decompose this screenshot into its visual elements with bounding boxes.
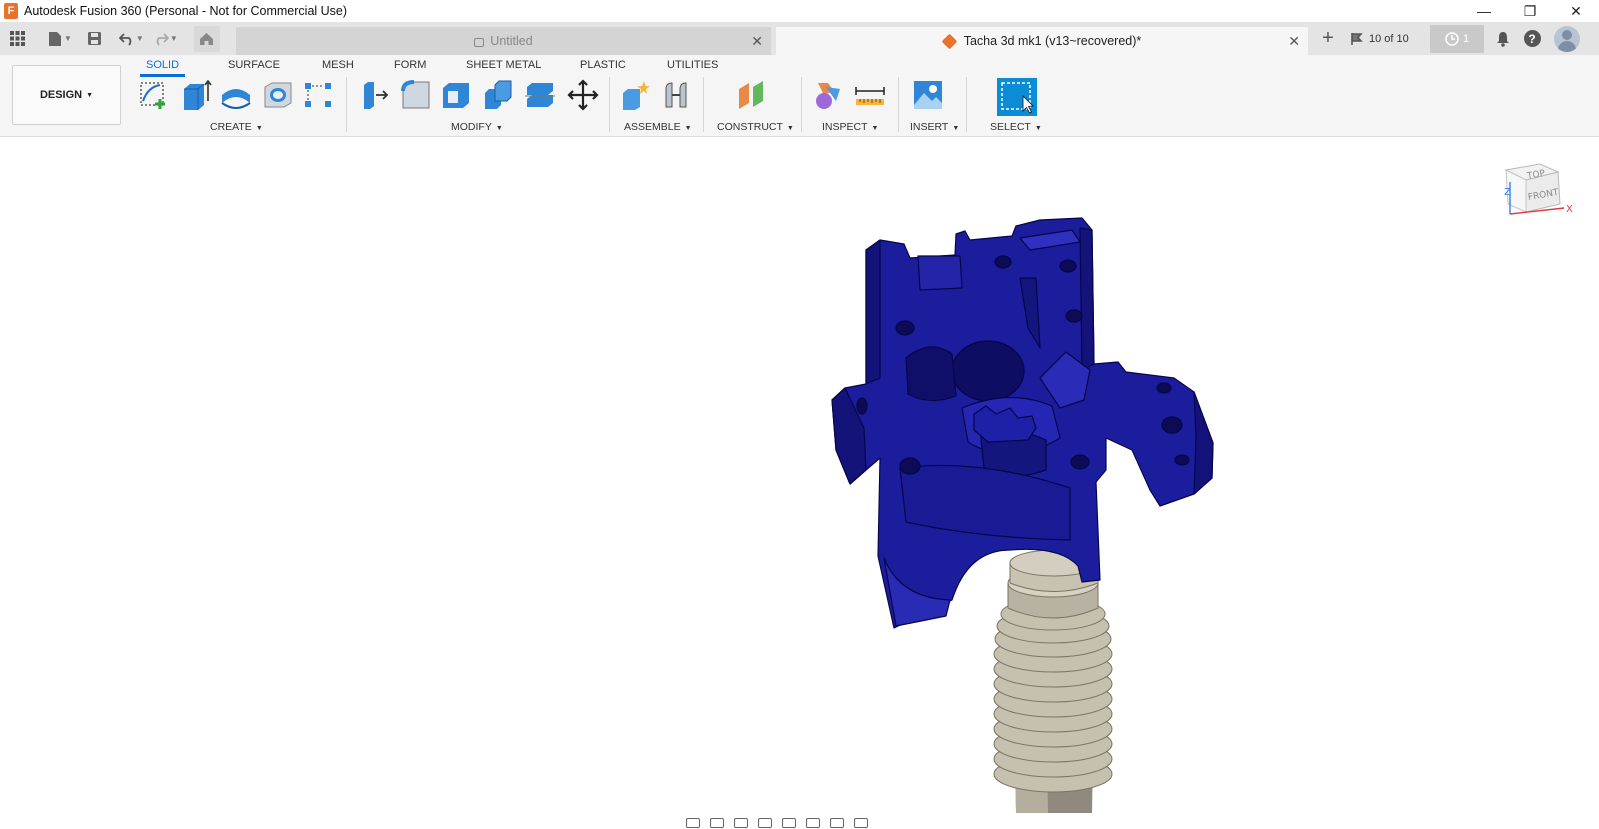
panel-separator [609,77,610,132]
panel-separator [346,77,347,132]
tab-label: Tacha 3d mk1 (v13~recovered)* [963,34,1142,48]
user-avatar[interactable] [1554,26,1580,52]
tab-form[interactable]: FORM [394,59,426,77]
tab-utilities[interactable]: UTILITIES [667,59,718,77]
home-icon[interactable] [193,25,220,52]
hole-icon[interactable] [260,77,296,113]
fusion-logo-icon: F [4,3,18,19]
move-copy-icon[interactable] [565,77,601,113]
design-cube-icon [941,33,958,49]
split-body-icon[interactable] [522,77,558,113]
maximize-button[interactable]: ❐ [1507,0,1553,22]
pan-icon[interactable] [734,818,748,828]
press-pull-icon[interactable] [356,77,392,113]
assemble-panel-button[interactable]: ASSEMBLE ▼ [624,121,692,133]
tab-solid[interactable]: SOLID [140,59,186,77]
interference-icon[interactable] [810,77,846,113]
create-panel-button[interactable]: CREATE ▼ [210,121,263,133]
version-label: 10 of 10 [1369,32,1409,45]
construct-panel-button[interactable]: CONSTRUCT ▼ [717,121,794,133]
fillet-icon[interactable] [398,77,434,113]
chevron-down-icon: ▼ [86,91,94,99]
clock-icon [1445,32,1459,46]
panel-separator [966,77,967,132]
save-icon[interactable] [84,28,106,50]
panel-separator [898,77,899,132]
insert-panel-button[interactable]: INSERT ▼ [910,121,959,133]
lock-icon [474,37,485,47]
close-window-button[interactable]: ✕ [1553,0,1599,22]
title-bar: F Autodesk Fusion 360 (Personal - Not fo… [0,0,1599,22]
tab-surface[interactable]: SURFACE [228,59,280,77]
ribbon-toolbar: DESIGN ▼ SOLID SURFACE MESH FORM SHEET M… [0,55,1599,137]
display-settings-icon[interactable] [806,818,820,828]
tab-plastic[interactable]: PLASTIC [580,59,626,77]
grid-settings-icon[interactable] [830,818,844,828]
redo-caret-icon[interactable]: ▼ [170,34,178,43]
job-count: 1 [1462,33,1470,45]
model-3d-render[interactable] [0,138,1599,829]
tab-untitled[interactable]: Untitled ✕ [236,27,771,55]
data-panel-grid-icon[interactable] [6,28,28,50]
create-sketch-icon[interactable] [136,77,172,113]
offset-plane-icon[interactable] [734,77,770,113]
joint-icon[interactable] [660,77,696,113]
bell-icon [1497,31,1509,47]
new-component-icon[interactable] [618,77,654,113]
revolve-icon[interactable] [218,77,254,113]
window-controls: — ❐ ✕ [1461,0,1599,22]
heatsink-part[interactable] [993,549,1113,813]
new-tab-button[interactable]: + [1314,22,1342,55]
tab-sheet-metal[interactable]: SHEET METAL [466,59,541,77]
file-menu-caret-icon[interactable]: ▼ [64,34,72,43]
orbit-icon[interactable] [686,818,700,828]
panel-separator [801,77,802,132]
fusion-app: F Autodesk Fusion 360 (Personal - Not fo… [0,0,1599,829]
job-status-button[interactable]: 1 [1430,25,1484,53]
help-button[interactable]: ? [1521,22,1543,55]
tab-tacha-3d-mk1[interactable]: Tacha 3d mk1 (v13~recovered)* ✕ [776,27,1308,55]
undo-icon[interactable] [116,28,138,50]
close-tab-icon[interactable]: ✕ [751,33,763,50]
workspace-switcher-button[interactable]: DESIGN ▼ [12,65,121,125]
workspace-label: DESIGN [39,89,83,101]
look-at-icon[interactable] [710,818,724,828]
extrude-icon[interactable] [178,77,214,113]
shell-icon[interactable] [438,77,474,113]
notifications-button[interactable] [1492,22,1514,55]
window-title: Autodesk Fusion 360 (Personal - Not for … [24,4,348,18]
version-button[interactable]: 10 of 10 [1350,22,1409,55]
select-tool-icon[interactable] [997,78,1037,116]
combine-icon[interactable] [480,77,516,113]
measure-icon[interactable] [852,77,888,113]
undo-caret-icon[interactable]: ▼ [136,34,144,43]
select-panel-button[interactable]: SELECT ▼ [990,121,1042,133]
file-menu-icon[interactable] [44,28,66,50]
inspect-panel-button[interactable]: INSPECT ▼ [822,121,878,133]
help-icon: ? [1523,30,1541,47]
tab-mesh[interactable]: MESH [322,59,354,77]
close-tab-icon[interactable]: ✕ [1288,33,1300,50]
viewports-icon[interactable] [854,818,868,828]
panel-separator [703,77,704,132]
minimize-button[interactable]: — [1461,0,1507,22]
fit-icon[interactable] [782,818,796,828]
tab-label: Untitled [490,34,533,48]
pattern-icon[interactable] [300,77,336,113]
zoom-icon[interactable] [758,818,772,828]
insert-canvas-icon[interactable] [910,77,946,113]
navigation-bar [680,816,916,829]
flag-icon [1351,32,1363,45]
modify-panel-button[interactable]: MODIFY ▼ [451,121,503,133]
redo-icon[interactable] [150,28,172,50]
canvas-viewport[interactable]: TOP FRONT Z X [0,138,1599,829]
